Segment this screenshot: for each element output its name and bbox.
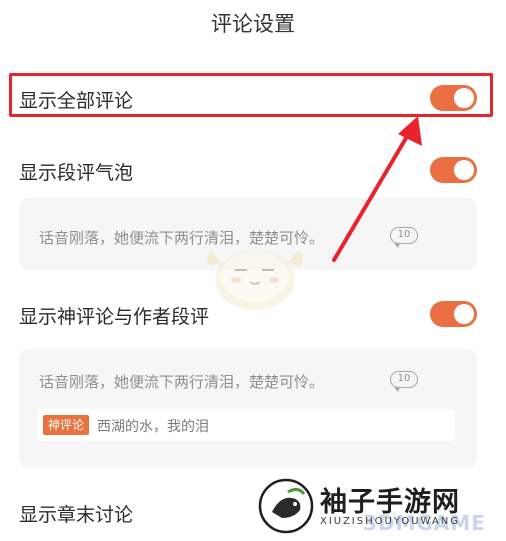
comment-count-bubble-icon: 10 [390, 371, 418, 392]
god-comment-row: 神评论 西湖的水，我的泪 [37, 409, 455, 441]
toggle-knob [454, 304, 474, 324]
setting-label-show-all-comments: 显示全部评论 [19, 90, 134, 112]
red-arrow-annotation-icon [332, 116, 422, 262]
mascot-icon [207, 250, 303, 310]
god-comment-tag: 神评论 [43, 415, 90, 435]
god-comment-preview-card: 话音刚落，她便流下两行清泪，楚楚可怜。 10 神评论 西湖的水，我的泪 [19, 349, 477, 468]
toggle-show-bubble[interactable] [430, 157, 477, 183]
toggle-knob [454, 88, 474, 108]
setting-label-show-bubble: 显示段评气泡 [19, 162, 134, 184]
toggle-show-god-comments[interactable] [430, 301, 477, 327]
watermark: 3DMGAME 袖子手游网 XIUZISHOUYOUWANG [258, 478, 503, 538]
setting-label-show-god-comments: 显示神评论与作者段评 [19, 306, 210, 328]
watermark-logo-icon [258, 478, 314, 534]
god-comment-text: 西湖的水，我的泪 [97, 419, 209, 435]
setting-label-show-chapter-discussion: 显示章末讨论 [19, 504, 134, 526]
toggle-knob [454, 160, 474, 180]
toggle-show-all-comments[interactable] [430, 85, 477, 111]
watermark-domain: XIUZISHOUYOUWANG [320, 516, 460, 527]
watermark-site-name: 袖子手游网 [320, 487, 460, 518]
page-title: 评论设置 [211, 12, 295, 36]
preview-sentence: 话音刚落，她便流下两行清泪，楚楚可怜。 [39, 373, 325, 391]
